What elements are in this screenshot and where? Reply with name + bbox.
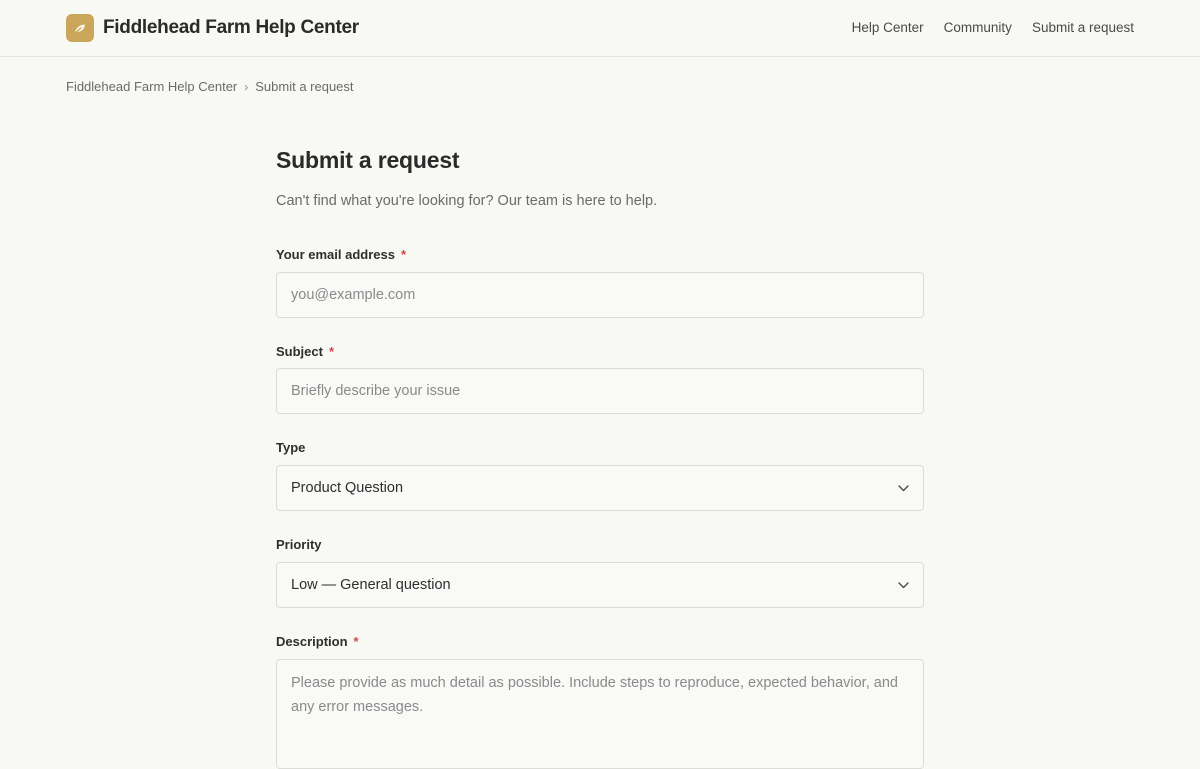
site-header: Fiddlehead Farm Help Center Help Center … — [0, 0, 1200, 57]
page-title: Submit a request — [276, 147, 460, 173]
required-marker: * — [353, 634, 359, 649]
brand-home-link[interactable]: Fiddlehead Farm Help Center — [66, 14, 359, 42]
chevron-down-icon — [897, 579, 909, 591]
description-label-text: Description — [276, 634, 348, 649]
top-nav: Help Center Community Submit a request — [852, 20, 1134, 35]
breadcrumb-current[interactable]: Submit a request — [255, 79, 353, 94]
breadcrumb-separator: › — [244, 79, 249, 94]
nav-help-center[interactable]: Help Center — [852, 20, 924, 35]
email-label: Your email address * — [276, 247, 406, 262]
leaf-icon — [66, 14, 94, 42]
nav-submit-request[interactable]: Submit a request — [1032, 20, 1134, 35]
brand-name: Fiddlehead Farm Help Center — [103, 17, 359, 38]
subject-label: Subject * — [276, 344, 334, 359]
priority-select[interactable]: Low — General question — [276, 562, 924, 608]
priority-label: Priority — [276, 537, 322, 552]
description-label: Description * — [276, 634, 359, 649]
subject-label-text: Subject — [276, 344, 323, 359]
required-marker: * — [400, 247, 407, 262]
chevron-down-icon — [897, 482, 909, 494]
required-marker: * — [328, 344, 335, 359]
priority-selected-value: Low — General question — [291, 577, 451, 593]
nav-community[interactable]: Community — [944, 20, 1012, 35]
breadcrumb-home[interactable]: Fiddlehead Farm Help Center — [66, 79, 237, 94]
type-label-text: Type — [276, 440, 306, 455]
subject-field[interactable] — [276, 368, 924, 414]
page-subtitle: Can't find what you're looking for? Our … — [276, 193, 658, 209]
type-selected-value: Product Question — [291, 480, 404, 496]
type-label: Type — [276, 440, 305, 455]
description-field[interactable] — [276, 659, 924, 769]
request-form-section: Submit a request Can't find what you're … — [276, 145, 924, 769]
email-label-text: Your email address — [276, 247, 395, 262]
type-select[interactable]: Product Question — [276, 465, 924, 511]
priority-label-text: Priority — [276, 537, 322, 552]
email-field[interactable] — [276, 272, 924, 318]
breadcrumb: Fiddlehead Farm Help Center › Submit a r… — [66, 79, 354, 94]
